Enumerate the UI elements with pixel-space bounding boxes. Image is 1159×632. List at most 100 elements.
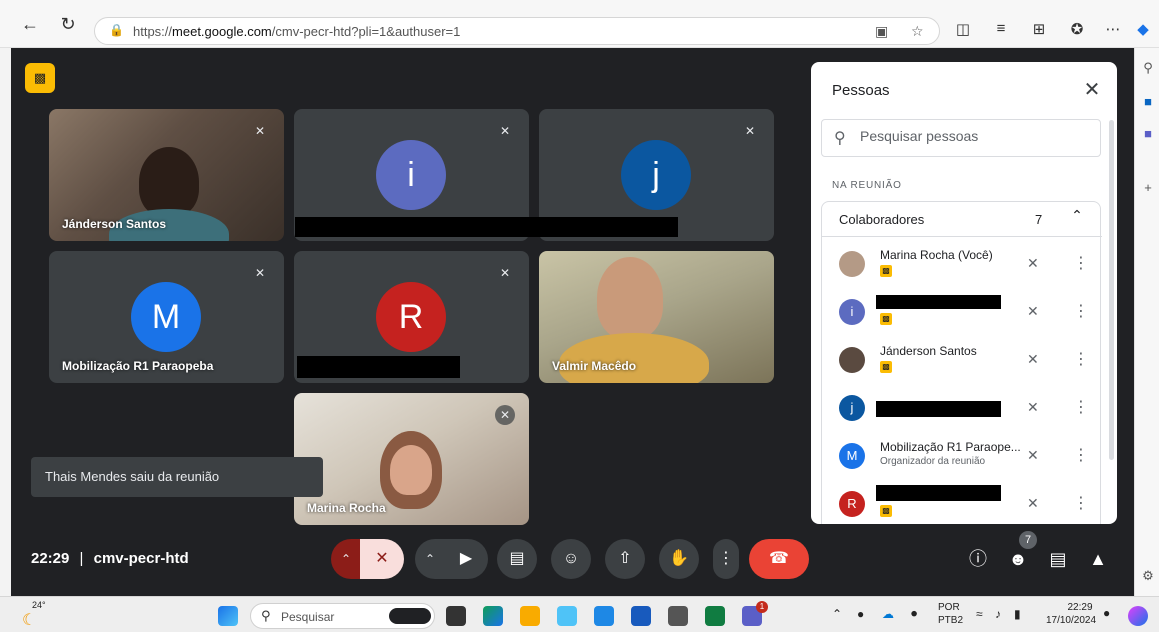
add-icon[interactable]: + xyxy=(1140,180,1156,196)
chevron-up-icon[interactable]: ⌃ xyxy=(1067,207,1087,224)
meeting-details-icon[interactable]: ⓘ xyxy=(965,546,991,572)
participant-name: Jánderson Santos xyxy=(880,344,977,358)
mic-off-icon: ✕ xyxy=(1027,351,1039,367)
photos-icon[interactable] xyxy=(594,606,614,626)
notifications-bell-icon[interactable]: ● xyxy=(1103,606,1110,620)
list-item[interactable]: M Mobilização R1 Paraope... Organizador … xyxy=(822,433,1102,481)
mic-off-icon: ✕ xyxy=(499,266,511,280)
back-arrow-icon[interactable]: ← xyxy=(20,14,40,34)
camera-options-chevron-icon[interactable]: ⌃ xyxy=(415,539,445,579)
end-call-button[interactable]: ☎ xyxy=(749,539,809,579)
taskbar-date[interactable]: 17/10/2024 xyxy=(1042,615,1100,626)
list-item[interactable]: j ✕ ⋮ xyxy=(822,385,1102,433)
avatar: i xyxy=(376,140,446,210)
word-icon[interactable] xyxy=(631,606,651,626)
favorite-star-icon[interactable]: ☆ xyxy=(911,23,924,40)
more-options-icon[interactable]: ⋮ xyxy=(1073,493,1089,513)
more-options-button[interactable]: ⋮ xyxy=(713,539,739,579)
participant-name: Mobilização R1 Paraopeba xyxy=(62,359,214,373)
search-icon: ⚲ xyxy=(834,130,846,147)
keyboard-layout[interactable]: PTB2 xyxy=(938,615,963,626)
mic-off-icon: ✕ xyxy=(744,124,756,138)
participant-tile[interactable]: Valmir Macêdo xyxy=(539,251,774,383)
copilot-icon[interactable] xyxy=(1128,606,1148,626)
avatar: M xyxy=(839,443,865,469)
outlook-icon[interactable]: ■ xyxy=(1140,94,1156,110)
redacted-name xyxy=(295,217,678,237)
panel-title: Pessoas xyxy=(832,82,890,99)
tray-chevron-icon[interactable]: ⌃ xyxy=(832,607,842,621)
meeting-code: cmv-pecr-htd xyxy=(93,550,189,567)
camera-toggle-button[interactable]: ▶ xyxy=(444,539,488,579)
collections-icon[interactable]: ⊞ xyxy=(1028,20,1050,38)
group-header[interactable]: Colaboradores 7 ⌃ xyxy=(822,202,1102,237)
weather-widget[interactable]: 24° ☾ xyxy=(20,600,50,629)
app-icon[interactable] xyxy=(557,606,577,626)
settings-gear-icon[interactable]: ⚙ xyxy=(1140,568,1156,584)
participant-name: Marina Rocha (Você) xyxy=(880,248,993,262)
video-feed xyxy=(597,257,663,339)
mic-off-icon: ✕ xyxy=(1027,447,1039,463)
participant-tile[interactable]: ✕ Jánderson Santos xyxy=(49,109,284,241)
search-icon[interactable]: ⚲ xyxy=(1140,60,1156,76)
reactions-button[interactable]: ☺ xyxy=(551,539,591,579)
onedrive-icon[interactable]: ☁ xyxy=(882,607,894,621)
raise-hand-button[interactable]: ✋ xyxy=(659,539,699,579)
battery-icon[interactable]: ▮ xyxy=(1014,607,1021,621)
mic-off-icon: ✕ xyxy=(1027,399,1039,415)
copilot-icon[interactable]: ◆ xyxy=(1132,20,1154,38)
chat-icon[interactable]: ▤ xyxy=(1045,546,1071,572)
task-view-icon[interactable] xyxy=(446,606,466,626)
extensions-icon[interactable]: ✪ xyxy=(1066,20,1088,38)
taskbar-search[interactable]: ⚲ Pesquisar xyxy=(250,603,435,629)
search-people-field[interactable]: ⚲ xyxy=(821,119,1101,157)
mic-off-icon: ✕ xyxy=(1027,255,1039,271)
list-item[interactable]: R ▩ ✕ ⋮ xyxy=(822,481,1102,524)
more-options-icon[interactable]: ⋮ xyxy=(1073,253,1089,273)
people-icon[interactable]: ☻ xyxy=(1005,546,1031,572)
host-controls-icon[interactable]: ▩ xyxy=(25,63,55,93)
wifi-icon[interactable]: ≈ xyxy=(976,607,983,621)
windows-start-icon[interactable] xyxy=(218,606,238,626)
weather-temp: 24° xyxy=(32,600,46,610)
present-screen-button[interactable]: ⇧ xyxy=(605,539,645,579)
host-badge-icon: ▩ xyxy=(880,505,892,517)
teams-icon[interactable]: ■ xyxy=(1140,126,1156,142)
mic-options-chevron-icon[interactable]: ⌃ xyxy=(331,539,361,579)
taskbar-time[interactable]: 22:29 xyxy=(1060,602,1100,613)
more-options-icon[interactable]: ⋯ xyxy=(1102,20,1124,38)
mic-toggle-button[interactable]: ✕ xyxy=(360,539,404,579)
clock-app-icon[interactable] xyxy=(668,606,688,626)
more-options-icon[interactable]: ⋮ xyxy=(1073,445,1089,465)
edge-sidebar: ⚲ ■ ■ + ⚙ xyxy=(1134,48,1159,596)
participant-tile[interactable]: ✕ Marina Rocha xyxy=(294,393,529,525)
cast-icon[interactable]: ▣ xyxy=(875,23,888,40)
group-count: 7 xyxy=(1035,212,1043,227)
captions-button[interactable]: ▤ xyxy=(497,539,537,579)
edge-browser-icon[interactable] xyxy=(483,606,503,626)
volume-icon[interactable]: ♪ xyxy=(995,607,1001,621)
favorites-list-icon[interactable]: ≡ xyxy=(990,20,1012,37)
tray-app-icon[interactable]: ● xyxy=(857,607,864,621)
address-bar[interactable]: 🔒 https://meet.google.com/cmv-pecr-htd?p… xyxy=(94,17,940,45)
search-input[interactable] xyxy=(860,128,1090,144)
more-options-icon[interactable]: ⋮ xyxy=(1073,397,1089,417)
excel-icon[interactable] xyxy=(705,606,725,626)
close-icon[interactable]: ✕ xyxy=(1078,76,1106,104)
file-explorer-icon[interactable] xyxy=(520,606,540,626)
section-label: NA REUNIÃO xyxy=(832,180,902,191)
language-indicator[interactable]: POR xyxy=(938,602,960,613)
list-item[interactable]: i ▩ ✕ ⋮ xyxy=(822,289,1102,337)
list-item[interactable]: Jánderson Santos ▩ ✕ ⋮ xyxy=(822,337,1102,385)
microphone-icon[interactable]: ⚫ xyxy=(909,607,919,621)
more-options-icon[interactable]: ⋮ xyxy=(1073,301,1089,321)
list-item[interactable]: Marina Rocha (Você) ▩ ✕ ⋮ xyxy=(822,241,1102,289)
reload-icon[interactable]: ↻ xyxy=(58,14,78,34)
participant-tile[interactable]: M ✕ Mobilização R1 Paraopeba xyxy=(49,251,284,383)
windows-taskbar: 24° ☾ ⚲ Pesquisar 1 ⌃ ● ☁ ⚫ POR PTB2 ≈ ♪… xyxy=(0,596,1159,632)
panel-scrollbar[interactable] xyxy=(1109,120,1114,460)
avatar: R xyxy=(839,491,865,517)
split-screen-icon[interactable]: ◫ xyxy=(952,20,974,38)
more-options-icon[interactable]: ⋮ xyxy=(1073,349,1089,369)
activities-icon[interactable]: ▲ xyxy=(1085,546,1111,572)
